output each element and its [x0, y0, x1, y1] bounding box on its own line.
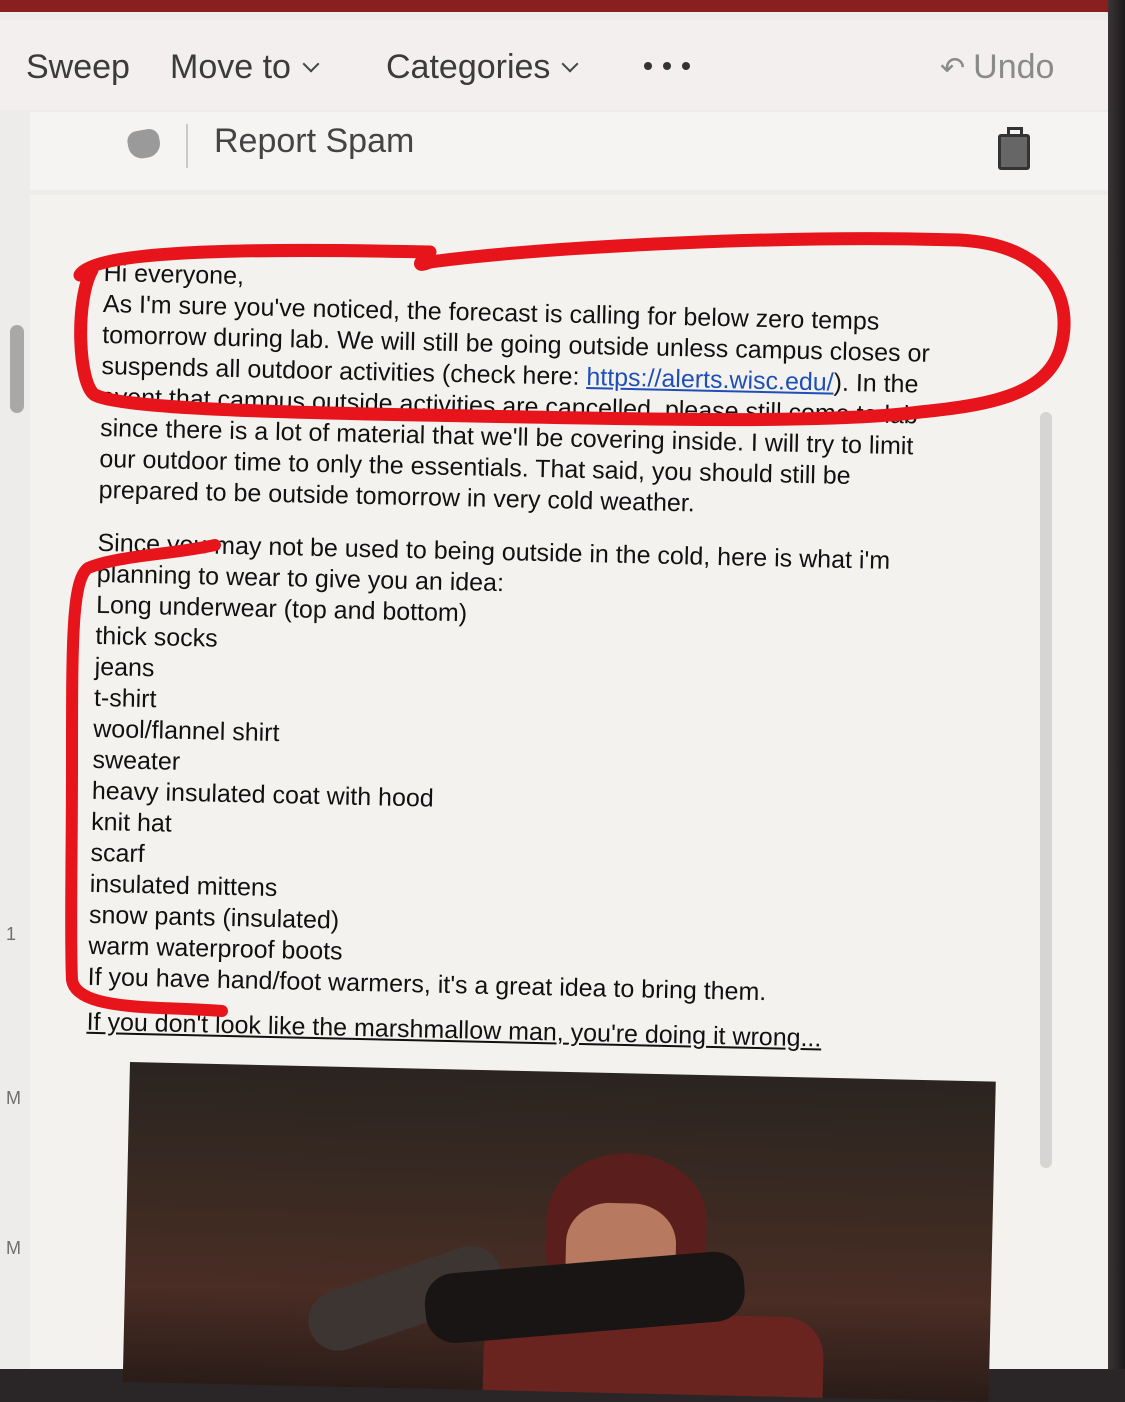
undo-icon: ↶ [940, 52, 966, 85]
divider [186, 124, 188, 168]
left-pane-scrollbar[interactable] [10, 325, 24, 413]
trash-icon[interactable] [998, 127, 1030, 170]
move-to-label: Move to [170, 48, 291, 86]
categories-button[interactable]: Categories [386, 48, 579, 87]
side-letter: 1 [6, 924, 17, 944]
chevron-down-icon [302, 55, 320, 73]
side-letter: M [6, 1088, 21, 1108]
categories-label: Categories [386, 48, 551, 86]
clothing-list: Long underwear (top and bottom) thick so… [88, 590, 1036, 983]
move-to-button[interactable]: Move to [170, 48, 320, 87]
report-spam-button[interactable]: Report Spam [214, 122, 414, 161]
embedded-movie-still [122, 1062, 996, 1402]
more-icon[interactable] [644, 62, 690, 74]
undo-label: Undo [973, 48, 1055, 86]
toolbar: Sweep Move to Categories ↶ Undo [0, 20, 1112, 110]
email-text: Hi everyone, As I'm sure you've noticed,… [86, 258, 1043, 1059]
side-letter: M [6, 1238, 21, 1258]
paragraph-1: As I'm sure you've noticed, the forecast… [98, 289, 1043, 527]
message-scrollbar[interactable] [1040, 412, 1052, 1168]
sweep-label: Sweep [26, 48, 130, 86]
spam-bar: Report Spam [30, 112, 1110, 190]
sweep-button[interactable]: Sweep [26, 48, 130, 87]
spam-icon[interactable] [125, 127, 163, 161]
screen-bezel [1108, 0, 1125, 1369]
alerts-link[interactable]: https://alerts.wisc.edu/ [586, 363, 834, 397]
undo-button[interactable]: ↶ Undo [940, 48, 1054, 87]
chevron-down-icon [561, 55, 579, 73]
para1-line: ). In the [833, 368, 919, 399]
